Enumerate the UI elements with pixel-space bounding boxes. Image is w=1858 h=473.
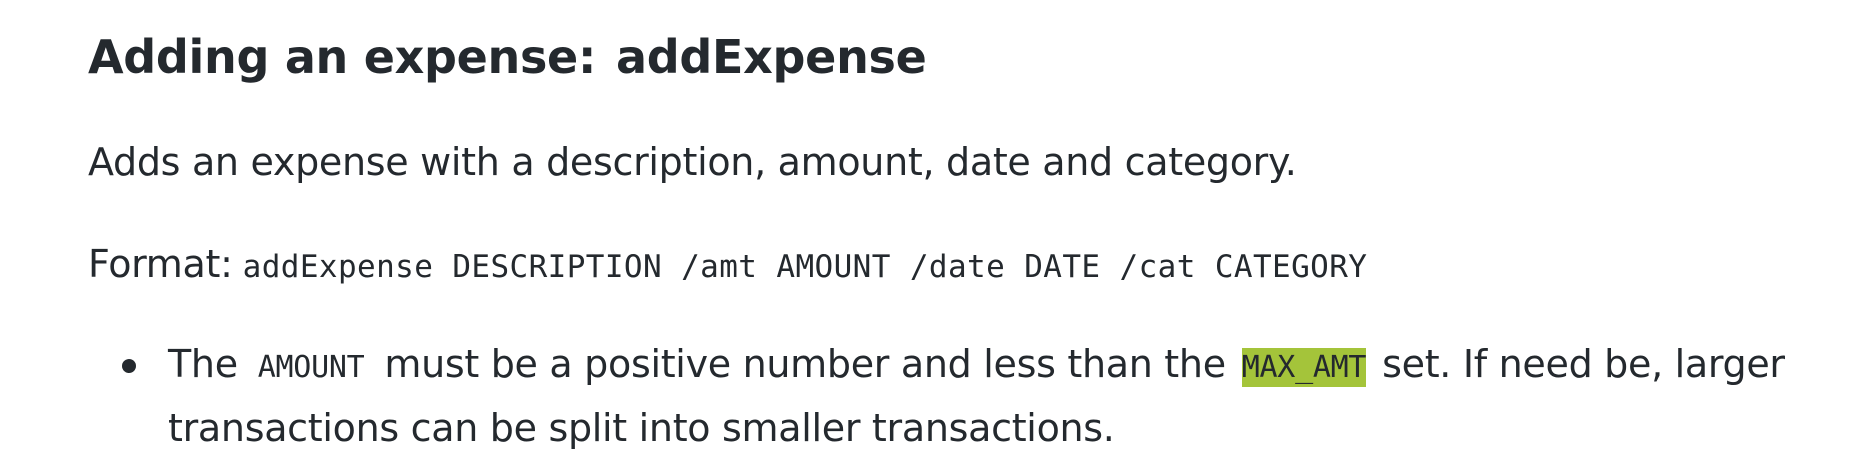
format-label: Format: — [88, 242, 233, 286]
note-text-part1: The — [168, 342, 238, 386]
note-code-amount: AMOUNT — [257, 350, 365, 385]
note-code-max-amt: MAX_AMT — [1241, 348, 1367, 387]
notes-list: The AMOUNT must be a positive number and l… — [88, 334, 1808, 458]
section-heading: Adding an expense: addExpense — [88, 24, 927, 90]
heading-command: addExpense — [616, 30, 927, 84]
format-line: Format: addExpense DESCRIPTION /amt AMOUN… — [88, 236, 1367, 295]
command-description: Adds an expense with a description, amou… — [88, 140, 1297, 184]
heading-text: Adding an expense: — [88, 30, 597, 84]
list-item: The AMOUNT must be a positive number and l… — [88, 334, 1808, 458]
format-syntax: addExpense DESCRIPTION /amt AMOUNT /date… — [242, 249, 1368, 285]
note-text-part2: must be a positive number and less than … — [384, 342, 1226, 386]
bullet-icon — [122, 359, 136, 373]
